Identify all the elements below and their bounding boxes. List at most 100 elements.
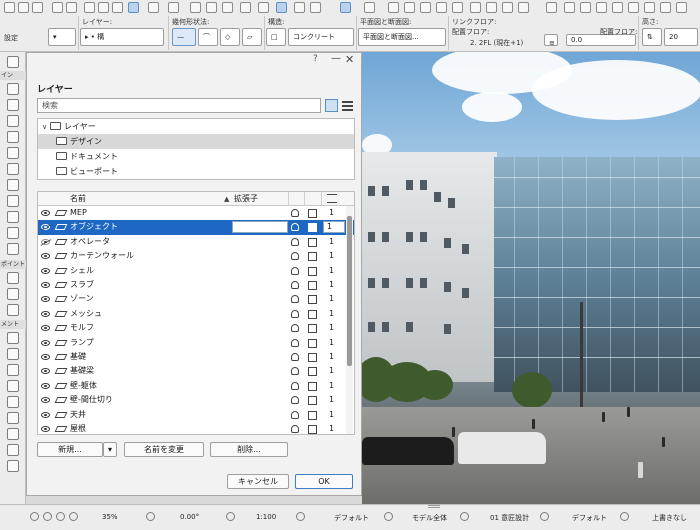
eye-icon[interactable] [41, 411, 50, 418]
lock-icon[interactable] [291, 381, 299, 390]
layer-name[interactable]: オブジェクト [70, 220, 118, 234]
plan-icon[interactable] [420, 2, 431, 13]
camera-tool-icon[interactable] [7, 304, 19, 316]
override-icon[interactable] [620, 512, 629, 521]
layer-name[interactable]: ランプ [70, 336, 94, 350]
organizer-icon[interactable] [596, 2, 607, 13]
height-input[interactable]: 20 [664, 28, 698, 46]
table-row[interactable]: 屋根 1 [38, 422, 354, 434]
tree-root[interactable]: ∨ レイヤー [38, 119, 354, 134]
palette-icon[interactable] [486, 2, 497, 13]
graphic-override[interactable]: 上書きなし [652, 513, 687, 523]
polyline-tool-icon[interactable] [7, 428, 19, 440]
mesh-tool-icon[interactable] [7, 243, 19, 255]
eye-icon[interactable] [41, 296, 50, 303]
solid-wireframe-icon[interactable] [308, 223, 317, 233]
layer-name[interactable]: 基礎 [70, 350, 86, 364]
move-icon[interactable] [340, 2, 351, 13]
layer-name[interactable]: 屋根 [70, 422, 86, 434]
rename-button[interactable]: 名前を変更 [124, 442, 204, 457]
mirror-icon[interactable] [294, 2, 305, 13]
lock-icon[interactable] [291, 266, 299, 275]
layout-icon[interactable] [546, 2, 557, 13]
cursor-icon[interactable] [128, 2, 139, 13]
wall-tool-icon[interactable] [7, 83, 19, 95]
eye-icon[interactable] [41, 354, 50, 360]
close-button[interactable]: ✕ [345, 53, 354, 66]
ruler-icon[interactable] [240, 2, 251, 13]
floor-plan-button[interactable]: 平面図と断面図... [358, 28, 446, 46]
intersection-group-number[interactable]: 1 [329, 408, 334, 422]
eye-icon[interactable] [41, 325, 50, 332]
solid-wireframe-icon[interactable] [308, 281, 317, 290]
table-row[interactable]: ランプ 1 [38, 336, 354, 350]
table-row[interactable]: オペレータ 1 [38, 235, 354, 249]
solid-wireframe-icon[interactable] [308, 324, 317, 334]
link-floor-value[interactable]: 2. 2FL (現在+1) [470, 38, 523, 48]
rotate-view-icon[interactable] [146, 512, 155, 521]
redo-icon[interactable] [66, 2, 77, 13]
solid-wireframe-icon[interactable] [308, 353, 317, 362]
settings-dropdown[interactable]: ▾ [48, 28, 76, 46]
tree-item-design[interactable]: デザイン [38, 134, 354, 149]
snap-icon[interactable] [206, 2, 217, 13]
pick-icon[interactable] [112, 2, 123, 13]
list-view-icon[interactable] [341, 99, 354, 112]
lock-icon[interactable] [291, 396, 299, 405]
zoom-in-icon[interactable] [56, 512, 65, 521]
help-button[interactable]: ? [313, 54, 318, 64]
eye-icon[interactable] [41, 382, 50, 389]
globe-tool-icon[interactable] [7, 288, 19, 300]
stair-tool-icon[interactable] [7, 147, 19, 159]
eye-hidden-icon[interactable] [41, 224, 50, 231]
table-row[interactable]: 壁-間仕切り 1 [38, 393, 354, 407]
eye-icon[interactable] [41, 397, 50, 404]
geometry-polygon-button[interactable]: ▱ [242, 28, 262, 46]
lock-icon[interactable] [291, 410, 299, 419]
intersection-group-number[interactable]: 1 [329, 264, 334, 278]
eye-icon[interactable] [41, 368, 50, 375]
object-tool-icon[interactable] [7, 195, 19, 207]
model-view-option[interactable]: モデル全体 [412, 513, 447, 523]
solid-wireframe-icon[interactable] [308, 410, 317, 420]
edit-icon[interactable] [148, 2, 159, 13]
lamp-tool-icon[interactable] [7, 227, 19, 239]
folder-view-icon[interactable] [325, 99, 338, 112]
layer-name[interactable]: シェル [70, 264, 94, 278]
lock-icon[interactable] [291, 209, 299, 217]
resize-grip[interactable] [428, 505, 440, 508]
group-icon[interactable] [276, 2, 287, 13]
table-row[interactable]: カーテンウォール 1 [38, 249, 354, 263]
eye-icon[interactable] [41, 210, 50, 216]
help-icon[interactable] [676, 2, 687, 13]
redo-zoom-icon[interactable] [43, 512, 52, 521]
table-row[interactable]: スラブ 1 [38, 278, 354, 292]
navigator-icon[interactable] [580, 2, 591, 13]
hotspot-tool-icon[interactable] [7, 444, 19, 456]
table-row[interactable]: MEP 1 [38, 206, 354, 220]
intersection-group-number[interactable]: 1 [329, 307, 334, 321]
table-scrollbar[interactable] [346, 206, 353, 434]
tree-item-document[interactable]: ドキュメント [38, 149, 354, 164]
eye-icon[interactable] [41, 267, 50, 274]
pen-set[interactable]: 01 意匠設計 [490, 513, 529, 523]
intersection-group-number[interactable]: 1 [329, 336, 334, 350]
layer-name[interactable]: メッシュ [70, 307, 102, 321]
zoom-level[interactable]: 35% [102, 513, 118, 521]
door-tool-icon[interactable] [7, 163, 19, 175]
minimize-button[interactable]: — [331, 53, 341, 64]
pen-set-icon[interactable] [460, 512, 469, 521]
intersection-group-number[interactable]: 1 [329, 422, 334, 434]
figure-tool-icon[interactable] [7, 460, 19, 472]
lock-icon[interactable] [291, 425, 299, 433]
intersection-group-number[interactable]: 1 [329, 278, 334, 292]
layer-name[interactable]: スラブ [70, 278, 94, 292]
scale-value[interactable]: 1:100 [256, 513, 276, 521]
undo-zoom-icon[interactable] [30, 512, 39, 521]
arc-tool-icon[interactable] [7, 412, 19, 424]
solid-wireframe-icon[interactable] [308, 266, 317, 276]
dimension-icon[interactable] [540, 512, 549, 521]
column-name[interactable]: 名前 [70, 192, 86, 206]
solid-wireframe-icon[interactable] [308, 309, 317, 319]
column-extension[interactable]: 拡張子 [234, 192, 258, 206]
